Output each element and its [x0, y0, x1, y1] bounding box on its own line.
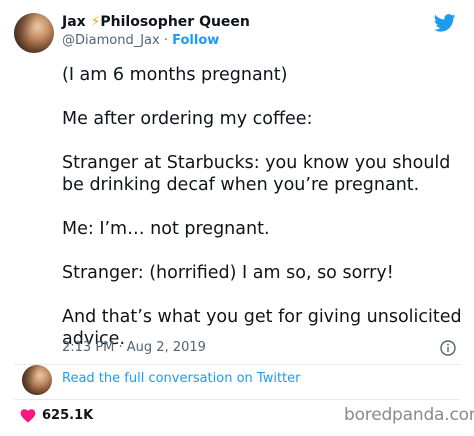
tweet-paragraph: Me after ordering my coffee: [62, 109, 313, 129]
heart-icon[interactable] [20, 408, 36, 423]
tweet-paragraph: (I am 6 months pregnant) [62, 65, 288, 85]
tweet-body: (I am 6 months pregnant) Me after orderi… [62, 64, 462, 350]
source-watermark: boredpanda.com [344, 405, 474, 425]
author-handle-row: @Diamond_Jax · Follow [62, 33, 219, 48]
divider [14, 364, 460, 365]
tweet-paragraph: Stranger at Starbucks: you know you shou… [62, 153, 451, 195]
tweet-card: Jax ⚡Philosopher Queen @Diamond_Jax · Fo… [0, 0, 474, 436]
avatar-image [14, 13, 54, 53]
info-icon[interactable] [440, 340, 456, 356]
lightning-emoji-icon: ⚡ [90, 14, 101, 30]
avatar-image [22, 365, 52, 395]
read-full-conversation-link[interactable]: Read the full conversation on Twitter [62, 371, 300, 386]
author-display-name[interactable]: Jax ⚡Philosopher Queen [62, 14, 250, 30]
author-avatar[interactable] [14, 13, 54, 53]
display-name-prefix: Jax [62, 14, 91, 30]
conversation-avatar[interactable] [22, 365, 52, 395]
like-count: 625.1K [42, 408, 94, 423]
tweet-paragraph: Stranger: (horrified) I am so, so sorry! [62, 263, 394, 283]
twitter-bird-icon[interactable] [434, 14, 456, 32]
tweet-paragraph: Me: I’m… not pregnant. [62, 219, 270, 239]
author-handle[interactable]: @Diamond_Jax [62, 33, 160, 48]
divider [14, 399, 460, 400]
display-name-suffix: Philosopher Queen [100, 14, 250, 30]
tweet-timestamp[interactable]: 2:13 PM · Aug 2, 2019 [62, 340, 206, 355]
handle-separator: · [163, 33, 168, 48]
follow-button[interactable]: Follow [172, 33, 219, 48]
